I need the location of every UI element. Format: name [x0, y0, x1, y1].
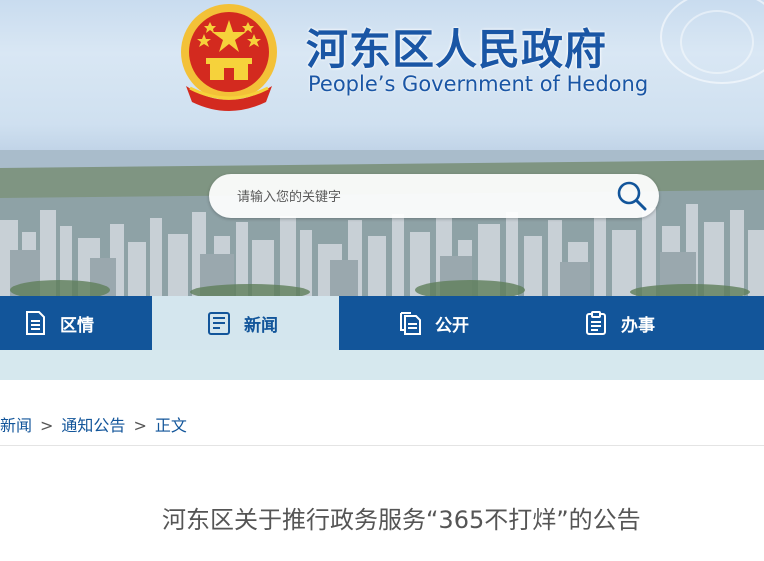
site-title: 河东区人民政府: [306, 25, 608, 74]
search-icon[interactable]: [615, 179, 649, 213]
breadcrumb-current[interactable]: 正文: [155, 416, 187, 435]
nav-item-xinwen[interactable]: 新闻: [152, 296, 339, 350]
search-input[interactable]: [235, 184, 599, 210]
search-box: [209, 174, 659, 218]
nav-item-label: 区情: [60, 315, 94, 336]
nav-item-label: 办事: [621, 315, 655, 336]
site-subtitle: People’s Government of Hedong: [308, 72, 649, 96]
nav-item-quqing[interactable]: 区情: [0, 296, 152, 350]
article-title: 河东区关于推行政务服务“365不打烊”的公告: [162, 506, 641, 534]
nav-item-gongkai[interactable]: 公开: [339, 296, 529, 350]
main-nav: 区情 新闻 公开 办事: [0, 296, 764, 350]
national-emblem-icon: [181, 4, 277, 111]
clipboard-icon: [586, 311, 606, 335]
breadcrumb-separator: >: [40, 416, 54, 435]
decorative-swirl: [680, 10, 754, 74]
breadcrumb-link-notices[interactable]: 通知公告: [61, 416, 125, 435]
breadcrumb-link-news[interactable]: 新闻: [0, 416, 32, 435]
divider: [0, 445, 764, 446]
breadcrumb-separator: >: [133, 416, 147, 435]
header-banner: 河东区人民政府 People’s Government of Hedong: [0, 0, 764, 296]
nav-item-banshi[interactable]: 办事: [529, 296, 764, 350]
nav-item-label: 公开: [435, 315, 469, 336]
city-skyline-image: [0, 150, 764, 296]
news-icon: [208, 312, 230, 335]
nav-item-label: 新闻: [244, 315, 278, 336]
files-icon: [400, 312, 421, 335]
nav-subbar: [0, 350, 764, 380]
breadcrumb: 新闻 > 通知公告 > 正文: [0, 412, 187, 438]
document-icon: [26, 311, 45, 335]
